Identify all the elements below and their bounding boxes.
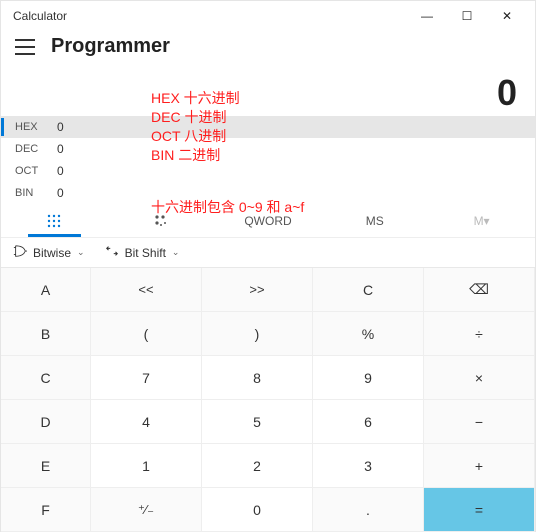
chevron-down-icon: ⌄ — [172, 247, 180, 258]
key-rsh[interactable]: >> — [202, 268, 313, 312]
base-value: 0 — [51, 120, 64, 134]
key-2[interactable]: 2 — [202, 444, 313, 488]
base-dec[interactable]: DEC 0 — [1, 138, 535, 160]
key-equals[interactable]: = — [424, 488, 535, 532]
key-6[interactable]: 6 — [313, 400, 424, 444]
operator-dropdown-row: Bitwise ⌄ Bit Shift ⌄ — [1, 238, 535, 267]
result-display: 0 — [1, 66, 535, 116]
key-a[interactable]: A — [1, 268, 91, 312]
base-value: 0 — [51, 164, 64, 178]
key-9[interactable]: 9 — [313, 356, 424, 400]
key-clear[interactable]: C — [313, 268, 424, 312]
window-title: Calculator — [9, 9, 407, 23]
key-dot[interactable]: . — [313, 488, 424, 532]
key-7[interactable]: 7 — [91, 356, 202, 400]
key-d[interactable]: D — [1, 400, 91, 444]
key-divide[interactable]: ÷ — [424, 312, 535, 356]
base-bin[interactable]: BIN 0 — [1, 182, 535, 204]
title-bar: Calculator — ☐ ✕ — [1, 1, 535, 31]
key-multiply[interactable]: × — [424, 356, 535, 400]
key-1[interactable]: 1 — [91, 444, 202, 488]
key-subtract[interactable]: − — [424, 400, 535, 444]
keypad: A << >> C ⌫ B ( ) % ÷ C 7 8 9 × D 4 5 6 … — [1, 267, 535, 532]
base-label: HEX — [15, 121, 51, 133]
close-button[interactable]: ✕ — [487, 9, 527, 23]
key-plus-minus[interactable]: ⁺⁄₋ — [91, 488, 202, 532]
key-e[interactable]: E — [1, 444, 91, 488]
key-c-hex[interactable]: C — [1, 356, 91, 400]
key-b[interactable]: B — [1, 312, 91, 356]
bitwise-label: Bitwise — [33, 246, 71, 260]
key-0[interactable]: 0 — [202, 488, 313, 532]
key-5[interactable]: 5 — [202, 400, 313, 444]
tab-memory-store[interactable]: MS — [321, 204, 428, 237]
key-add[interactable]: + — [424, 444, 535, 488]
key-backspace[interactable]: ⌫ — [424, 268, 535, 312]
chevron-down-icon: ⌄ — [77, 247, 85, 258]
maximize-button[interactable]: ☐ — [447, 9, 487, 23]
bitshift-dropdown[interactable]: Bit Shift ⌄ — [105, 244, 180, 261]
bitwise-dropdown[interactable]: Bitwise ⌄ — [13, 244, 85, 261]
tab-bit-keypad[interactable] — [108, 204, 215, 237]
key-3[interactable]: 3 — [313, 444, 424, 488]
tab-qword[interactable]: QWORD — [215, 204, 322, 237]
key-lsh[interactable]: << — [91, 268, 202, 312]
base-hex[interactable]: HEX 0 — [1, 116, 535, 138]
key-lparen[interactable]: ( — [91, 312, 202, 356]
full-keypad-icon — [46, 213, 62, 229]
base-label: BIN — [15, 187, 51, 199]
base-oct[interactable]: OCT 0 — [1, 160, 535, 182]
shift-icon — [105, 244, 119, 261]
bit-keypad-icon — [153, 213, 169, 229]
key-8[interactable]: 8 — [202, 356, 313, 400]
base-value: 0 — [51, 142, 64, 156]
bitshift-label: Bit Shift — [125, 246, 166, 260]
mode-title: Programmer — [51, 35, 170, 58]
base-list: HEX 0 DEC 0 OCT 0 BIN 0 — [1, 116, 535, 204]
key-4[interactable]: 4 — [91, 400, 202, 444]
tab-full-keypad[interactable] — [1, 204, 108, 237]
menu-icon[interactable] — [11, 37, 39, 57]
gate-icon — [13, 244, 27, 261]
tab-memory-recall: M▾ — [428, 204, 535, 237]
key-percent[interactable]: % — [313, 312, 424, 356]
tab-row: QWORD MS M▾ — [1, 204, 535, 238]
base-value: 0 — [51, 186, 64, 200]
key-f[interactable]: F — [1, 488, 91, 532]
key-rparen[interactable]: ) — [202, 312, 313, 356]
base-label: DEC — [15, 143, 51, 155]
base-label: OCT — [15, 165, 51, 177]
header: Programmer — [1, 31, 535, 66]
minimize-button[interactable]: — — [407, 9, 447, 23]
